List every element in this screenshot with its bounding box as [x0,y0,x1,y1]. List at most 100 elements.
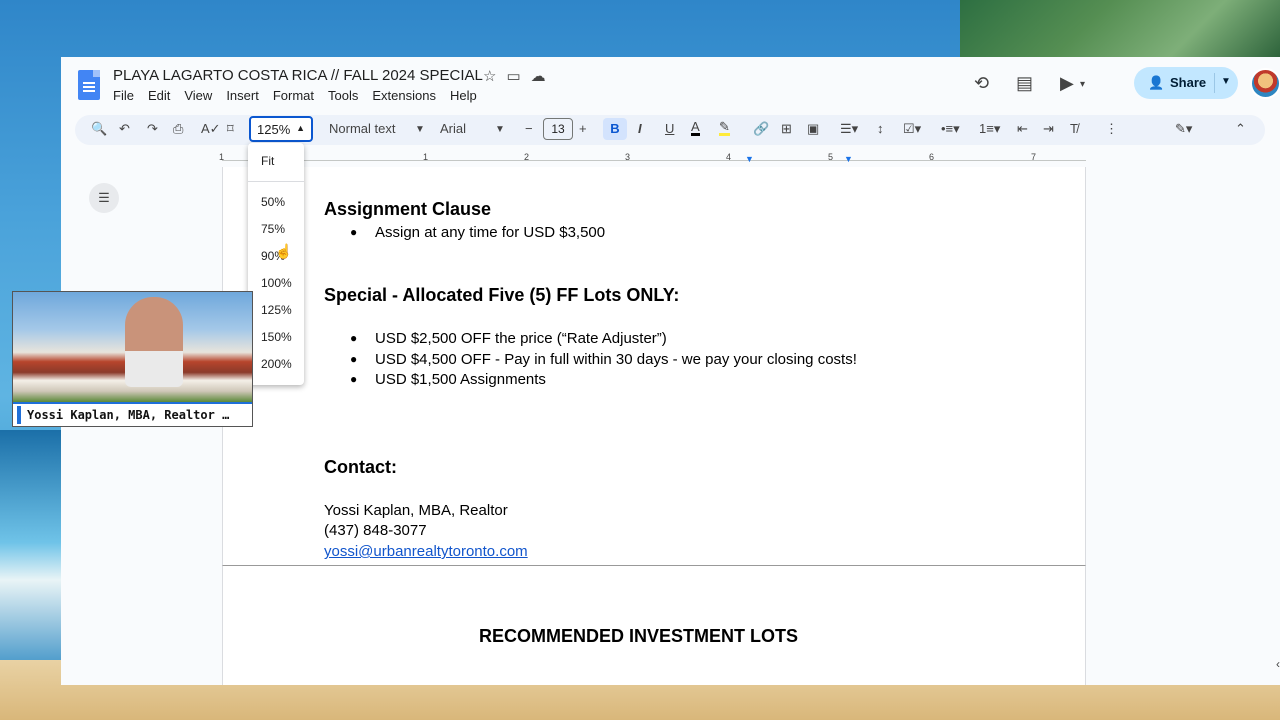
share-button[interactable]: 👤 Share ▼ [1134,67,1238,99]
ruler-number: 2 [524,152,530,162]
bullet-icon: ● [350,372,358,386]
decrease-font-size-icon[interactable]: − [525,121,533,136]
chevron-up-icon: ▲ [296,123,305,133]
ruler-number: 6 [929,152,935,162]
zoom-select[interactable]: 125% ▲ [249,116,313,142]
zoom-menu-divider [248,181,304,182]
document-page-2[interactable]: RECOMMENDED INVESTMENT LOTS [222,565,1086,685]
title-bar: PLAYA LAGARTO COSTA RICA // FALL 2024 SP… [61,57,1280,111]
presenter-video [125,297,183,387]
move-folder-icon[interactable]: ▭ [506,67,520,85]
version-history-icon[interactable]: ⟲ [974,73,989,94]
ruler-number: 1 [423,152,429,162]
menu-view[interactable]: View [184,88,212,103]
add-comment-icon[interactable]: ⊞ [781,121,792,137]
special-bullet-2: USD $4,500 OFF - Pay in full within 30 d… [375,351,857,368]
zoom-option-150[interactable]: 150% [261,330,292,344]
meet-camera-icon[interactable]: ▶ [1060,73,1074,94]
insert-link-icon[interactable]: 🔗 [753,121,769,137]
ruler-number: 7 [1031,152,1037,162]
header-actions: ⟲ ▤ ▶ ▾ 👤 Share ▼ [960,67,1280,103]
zoom-option-100[interactable]: 100% [261,276,292,290]
zoom-option-200[interactable]: 200% [261,357,292,371]
search-menus-icon[interactable]: 🔍 [91,121,107,137]
contact-name: Yossi Kaplan, MBA, Realtor [324,502,508,519]
document-title[interactable]: PLAYA LAGARTO COSTA RICA // FALL 2024 SP… [113,67,483,84]
style-chevron-icon[interactable]: ▼ [415,124,425,135]
docs-logo-icon[interactable] [78,70,100,100]
zoom-option-50[interactable]: 50% [261,195,285,209]
increase-indent-icon[interactable]: ⇥ [1043,121,1054,137]
align-icon[interactable]: ☰▾ [840,121,858,137]
menu-bar: File Edit View Insert Format Tools Exten… [113,88,477,103]
ruler-line [222,160,1086,161]
background-palm [960,0,1280,60]
ruler-number: 1 [219,152,225,162]
contact-email-link[interactable]: yossi@urbanrealtytoronto.com [324,543,528,560]
menu-extensions[interactable]: Extensions [372,88,436,103]
assignment-bullet: Assign at any time for USD $3,500 [375,224,606,241]
menu-edit[interactable]: Edit [148,88,170,103]
print-icon[interactable]: ⎙ [173,121,183,137]
person-add-icon: 👤 [1148,75,1165,90]
ruler: 1 1 2 3 4 5 6 7 ▼ ▼ [61,152,1266,166]
zoom-option-75[interactable]: 75% [261,222,285,236]
menu-tools[interactable]: Tools [328,88,358,103]
zoom-option-fit[interactable]: Fit [261,154,274,168]
zoom-option-125[interactable]: 125% [261,303,292,317]
italic-button[interactable]: I [638,121,642,136]
font-size-input[interactable]: 13 [543,118,573,140]
paint-format-icon[interactable]: ⌑ [227,121,234,137]
indent-marker-icon[interactable]: ▼ [745,154,754,164]
special-bullet-3: USD $1,500 Assignments [375,371,546,388]
share-label: Share [1170,75,1207,90]
zoom-dropdown-menu: Fit 50% 75% 90% 100% 125% 150% 200% [248,143,304,385]
share-chevron-icon[interactable]: ▼ [1221,76,1231,87]
chevron-down-icon[interactable]: ▾ [1080,79,1085,90]
increase-font-size-icon[interactable]: + [579,121,587,136]
menu-file[interactable]: File [113,88,134,103]
menu-format[interactable]: Format [273,88,314,103]
ruler-number: 3 [625,152,631,162]
underline-button[interactable]: U [665,121,674,136]
cloud-saved-icon[interactable]: ☁ [531,67,546,85]
side-panel-toggle-icon[interactable]: ‹ [1276,657,1280,671]
checklist-icon[interactable]: ☑▾ [903,121,921,137]
highlight-color-icon[interactable]: ✎ [719,120,730,136]
hand-cursor-icon: ☝ [275,243,293,259]
insert-image-icon[interactable]: ▣ [807,121,819,137]
redo-icon[interactable]: ↷ [147,121,158,137]
bold-button[interactable]: B [603,118,627,140]
ruler-number: 5 [828,152,834,162]
spellcheck-icon[interactable]: A✓ [201,121,221,137]
font-select[interactable]: Arial [440,121,466,136]
paragraph-style-select[interactable]: Normal text [329,121,395,136]
menu-help[interactable]: Help [450,88,477,103]
text-color-icon[interactable]: A [691,120,700,136]
webcam-name-label: Yossi Kaplan, MBA, Realtor … [13,402,252,426]
hide-menus-icon[interactable]: ⌃ [1235,121,1246,137]
editing-mode-icon[interactable]: ✎▾ [1175,121,1192,137]
line-spacing-icon[interactable]: ↕ [877,121,884,136]
menu-insert[interactable]: Insert [226,88,259,103]
more-options-icon[interactable]: ⋮ [1105,121,1118,137]
page2-heading: RECOMMENDED INVESTMENT LOTS [479,626,799,646]
bullet-icon: ● [350,225,358,239]
bullet-icon: ● [350,331,358,345]
background-wave [0,430,62,680]
decrease-indent-icon[interactable]: ⇤ [1017,121,1028,137]
document-page[interactable]: Assignment Clause ● Assign at any time f… [222,167,1086,567]
numbered-list-icon[interactable]: 1≡▾ [979,121,1000,137]
font-chevron-icon[interactable]: ▼ [495,124,505,135]
comments-icon[interactable]: ▤ [1016,73,1033,94]
contact-heading: Contact: [324,457,397,477]
clear-formatting-icon[interactable]: T̸ [1070,121,1078,136]
document-outline-icon[interactable]: ☰ [89,183,119,213]
star-icon[interactable]: ☆ [483,67,496,85]
tab-stop-icon[interactable]: ▼ [844,154,853,164]
bulleted-list-icon[interactable]: •≡▾ [941,121,960,137]
toolbar: 🔍 ↶ ↷ ⎙ A✓ ⌑ 125% ▲ Normal text ▼ Arial … [75,115,1265,145]
contact-phone: (437) 848-3077 [324,522,427,539]
undo-icon[interactable]: ↶ [119,121,130,137]
avatar[interactable] [1250,68,1280,99]
